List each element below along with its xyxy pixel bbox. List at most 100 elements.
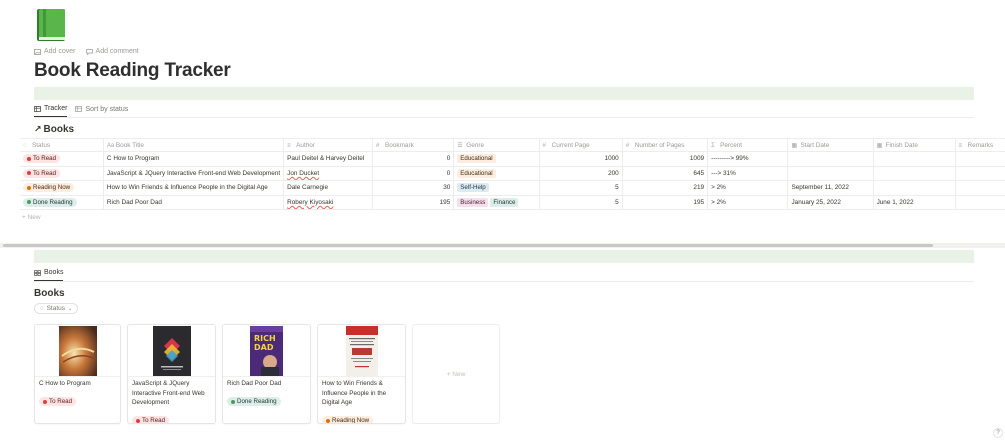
gallery-card[interactable]: RICH DAD Rich Dad Poor Dad Done Reading [222,324,311,424]
cell-author[interactable]: Paul Deitel & Harvey Deitel [283,151,373,167]
tab-books-gallery[interactable]: Books [34,269,64,281]
card-cover [35,325,120,377]
tab-tracker[interactable]: Tracker [34,105,68,117]
col-book-title[interactable]: Aa Book Title [103,138,285,152]
cell-current-page[interactable]: 5 [539,195,623,210]
status-text: Done Reading [33,198,73,206]
cell-start-date[interactable] [787,166,874,181]
col-status[interactable]: ◌ Status [20,138,104,152]
cell-author[interactable]: Jon Ducket [283,166,373,181]
col-number-of-pages[interactable]: # Number of Pages [622,138,709,152]
cell-current-page[interactable]: 5 [539,180,623,196]
cell-status[interactable]: Reading Now [20,180,104,196]
cell-percent[interactable]: > 2% [707,195,789,210]
tracker-title-label: Books [43,124,75,135]
gallery-card[interactable]: How to Win Friends & Influence People in… [317,324,406,424]
table-row[interactable]: To Read C How to Program Paul Deitel & H… [20,151,1005,167]
status-badge: To Read [39,397,77,406]
cell-current-page[interactable]: 200 [539,166,623,181]
cell-start-date[interactable]: September 11, 2022 [787,180,874,196]
cell-number-of-pages[interactable]: 1009 [622,151,709,167]
cell-bookmark[interactable]: 30 [372,180,455,196]
cell-current-page[interactable]: 1000 [539,151,623,167]
scrollbar-thumb[interactable] [3,244,933,247]
cell-finish-date[interactable] [873,151,956,167]
cell-finish-date[interactable] [873,180,956,196]
cell-number-of-pages[interactable]: 195 [622,195,709,210]
card-title: Rich Dad Poor Dad [227,380,282,387]
tabs-divider [34,281,974,282]
cell-genre[interactable]: Self-Help [453,180,540,196]
cell-genre[interactable]: Educational [453,151,540,167]
status-badge: Reading Now [23,183,75,193]
col-author[interactable]: ≡ Author [283,138,373,152]
status-text: Reading Now [33,184,71,192]
cell-bookmark[interactable]: 0 [372,166,455,181]
col-label: Number of Pages [634,141,685,149]
cell-remarks[interactable] [955,195,1005,210]
col-finish-date[interactable]: ▦ Finish Date [873,138,956,152]
cell-remarks[interactable] [955,151,1005,167]
page-title[interactable]: Book Reading Tracker [34,60,231,82]
cell-status[interactable]: To Read [20,166,104,181]
cell-status[interactable]: Done Reading [20,195,104,210]
cell-number-of-pages[interactable]: 219 [622,180,709,196]
cell-status[interactable]: To Read [20,151,104,167]
add-comment-button[interactable]: Add comment [85,48,139,55]
card-status: To Read [128,410,215,423]
cell-percent[interactable]: ---> 31% [707,166,789,181]
gallery-card[interactable]: C How to Program To Read [34,324,121,424]
tab-sort-by-status[interactable]: Sort by status [75,105,128,117]
cell-genre[interactable]: Educational [453,166,540,181]
col-remarks[interactable]: ≡ Remarks [955,138,1005,152]
gallery-card[interactable]: JavaScript & JQuery Interactive Front-en… [127,324,216,424]
tracker-title[interactable]: ↗ Books [34,124,74,135]
cell-start-date[interactable]: January 25, 2022 [787,195,874,210]
col-bookmark[interactable]: # Bookmark [372,138,455,152]
chevron-down-icon: ⌄ [68,305,73,312]
table-row[interactable]: Done Reading Rich Dad Poor Dad Robery Ki… [20,195,1005,210]
col-start-date[interactable]: ▦ Start Date [787,138,874,152]
cell-remarks[interactable] [955,166,1005,181]
status-text: To Read [33,169,57,177]
status-icon: ◌ [23,142,27,149]
col-genre[interactable]: ☰ Genre [453,138,540,152]
add-new-row-button[interactable]: + New [22,214,41,221]
col-percent[interactable]: Σ Percent [707,138,789,152]
cell-remarks[interactable] [955,180,1005,196]
gallery-title[interactable]: Books [34,288,65,299]
add-cover-label: Add cover [44,48,76,55]
status-text: To Read [49,398,73,405]
cell-percent[interactable]: ---------> 99% [707,151,789,167]
cell-author[interactable]: Dale Carnegie [283,180,373,196]
number-icon: # [625,142,630,149]
table-row[interactable]: Reading Now How to Win Friends & Influen… [20,180,1005,196]
cell-genre[interactable]: Business Finance [453,195,540,210]
cell-title[interactable]: Rich Dad Poor Dad [103,195,285,210]
status-badge: Reading Now [322,416,374,423]
cell-title[interactable]: C How to Program [103,151,285,167]
cell-title[interactable]: How to Win Friends & Influence People in… [103,180,285,196]
title-icon: Aa [106,142,115,149]
col-current-page[interactable]: # Current Page [539,138,623,152]
add-cover-button[interactable]: Add cover [34,48,76,55]
table-row[interactable]: To Read JavaScript & JQuery Interactive … [20,166,1005,181]
status-filter-chip[interactable]: ◌ Status ⌄ [34,303,79,314]
status-text: To Read [33,155,57,163]
card-status: Done Reading [223,391,310,409]
cell-finish-date[interactable] [873,166,956,181]
help-button[interactable]: ? [993,428,1003,438]
green-book-icon[interactable] [34,7,70,43]
cell-title[interactable]: JavaScript & JQuery Interactive Front-en… [103,166,285,181]
cell-bookmark[interactable]: 0 [372,151,455,167]
page-actions: Add cover Add comment [34,48,139,55]
cell-start-date[interactable] [787,151,874,167]
tab-tracker-label: Tracker [44,105,68,112]
cell-bookmark[interactable]: 195 [372,195,455,210]
cell-finish-date[interactable]: June 1, 2022 [873,195,956,210]
cell-percent[interactable]: > 2% [707,180,789,196]
author-text: Robery Kiyosaki [287,198,334,206]
add-new-card-button[interactable]: + New [412,324,500,424]
cell-number-of-pages[interactable]: 645 [622,166,709,181]
cell-author[interactable]: Robery Kiyosaki [283,195,373,210]
